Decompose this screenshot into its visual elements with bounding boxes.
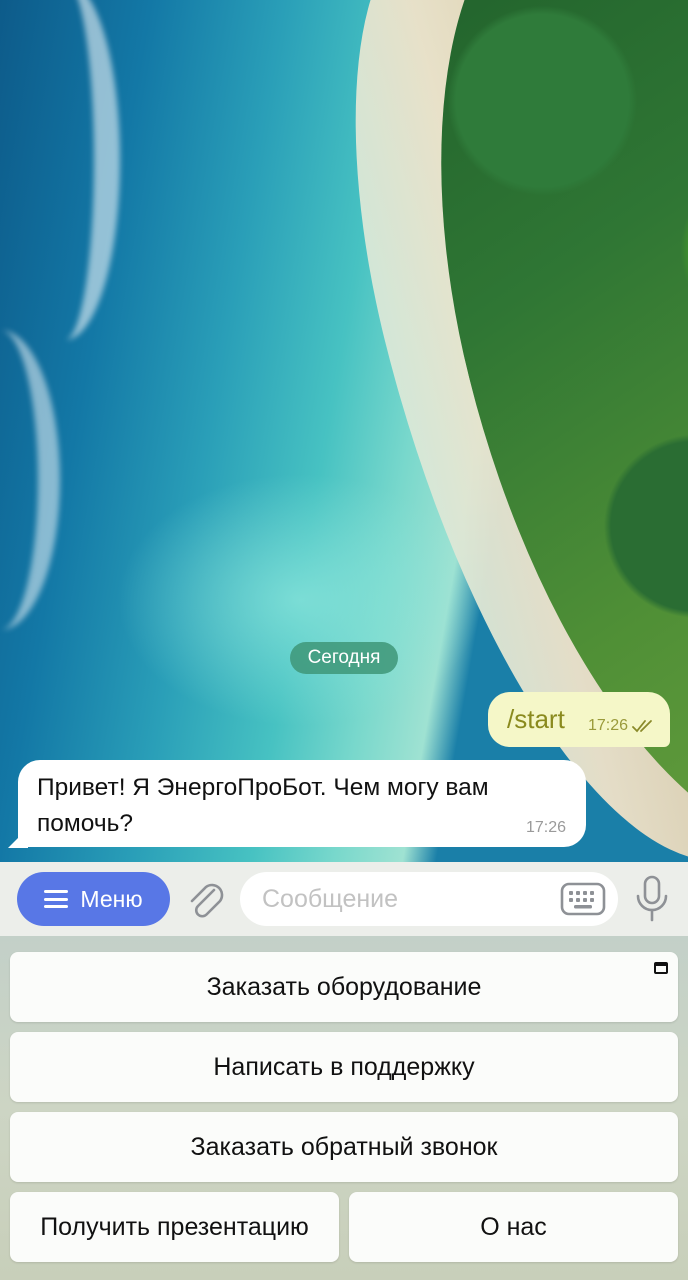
input-bar: Меню Сообщение — [0, 862, 688, 936]
get-presentation-button[interactable]: Получить презентацию — [10, 1192, 339, 1262]
date-separator: Сегодня — [290, 642, 398, 674]
message-text: Привет! Я ЭнергоПроБот. Чем могу вам пом… — [37, 774, 489, 837]
wallpaper-wave — [0, 330, 60, 630]
button-label: Заказать оборудование — [206, 972, 482, 1001]
incoming-message[interactable]: Привет! Я ЭнергоПроБот. Чем могу вам пом… — [18, 760, 586, 847]
paperclip-icon[interactable] — [184, 876, 226, 922]
button-label: Заказать обратный звонок — [190, 1132, 498, 1161]
wallpaper-wave — [10, 0, 120, 340]
menu-button-label: Меню — [80, 885, 143, 912]
double-check-icon — [632, 720, 652, 733]
order-equipment-button[interactable]: Заказать оборудование — [10, 952, 678, 1022]
button-label: Написать в поддержку — [213, 1052, 475, 1081]
message-meta: 17:26 — [588, 717, 656, 735]
message-time: 17:26 — [525, 819, 566, 836]
write-support-button[interactable]: Написать в поддержку — [10, 1032, 678, 1102]
microphone-icon[interactable] — [634, 874, 670, 924]
menu-button[interactable]: Меню — [17, 872, 170, 926]
order-callback-button[interactable]: Заказать обратный звонок — [10, 1112, 678, 1182]
web-app-icon — [654, 962, 668, 974]
menu-icon — [44, 890, 69, 908]
button-label: О нас — [480, 1212, 547, 1241]
about-us-button[interactable]: О нас — [349, 1192, 678, 1262]
keyboard-icon[interactable] — [560, 881, 606, 917]
message-text: /start — [507, 704, 565, 734]
outgoing-message[interactable]: /start 17:26 — [488, 692, 670, 747]
button-label: Получить презентацию — [40, 1212, 309, 1241]
message-time: 17:26 — [587, 717, 628, 734]
reply-keyboard: Заказать оборудование Написать в поддерж… — [0, 936, 688, 1280]
